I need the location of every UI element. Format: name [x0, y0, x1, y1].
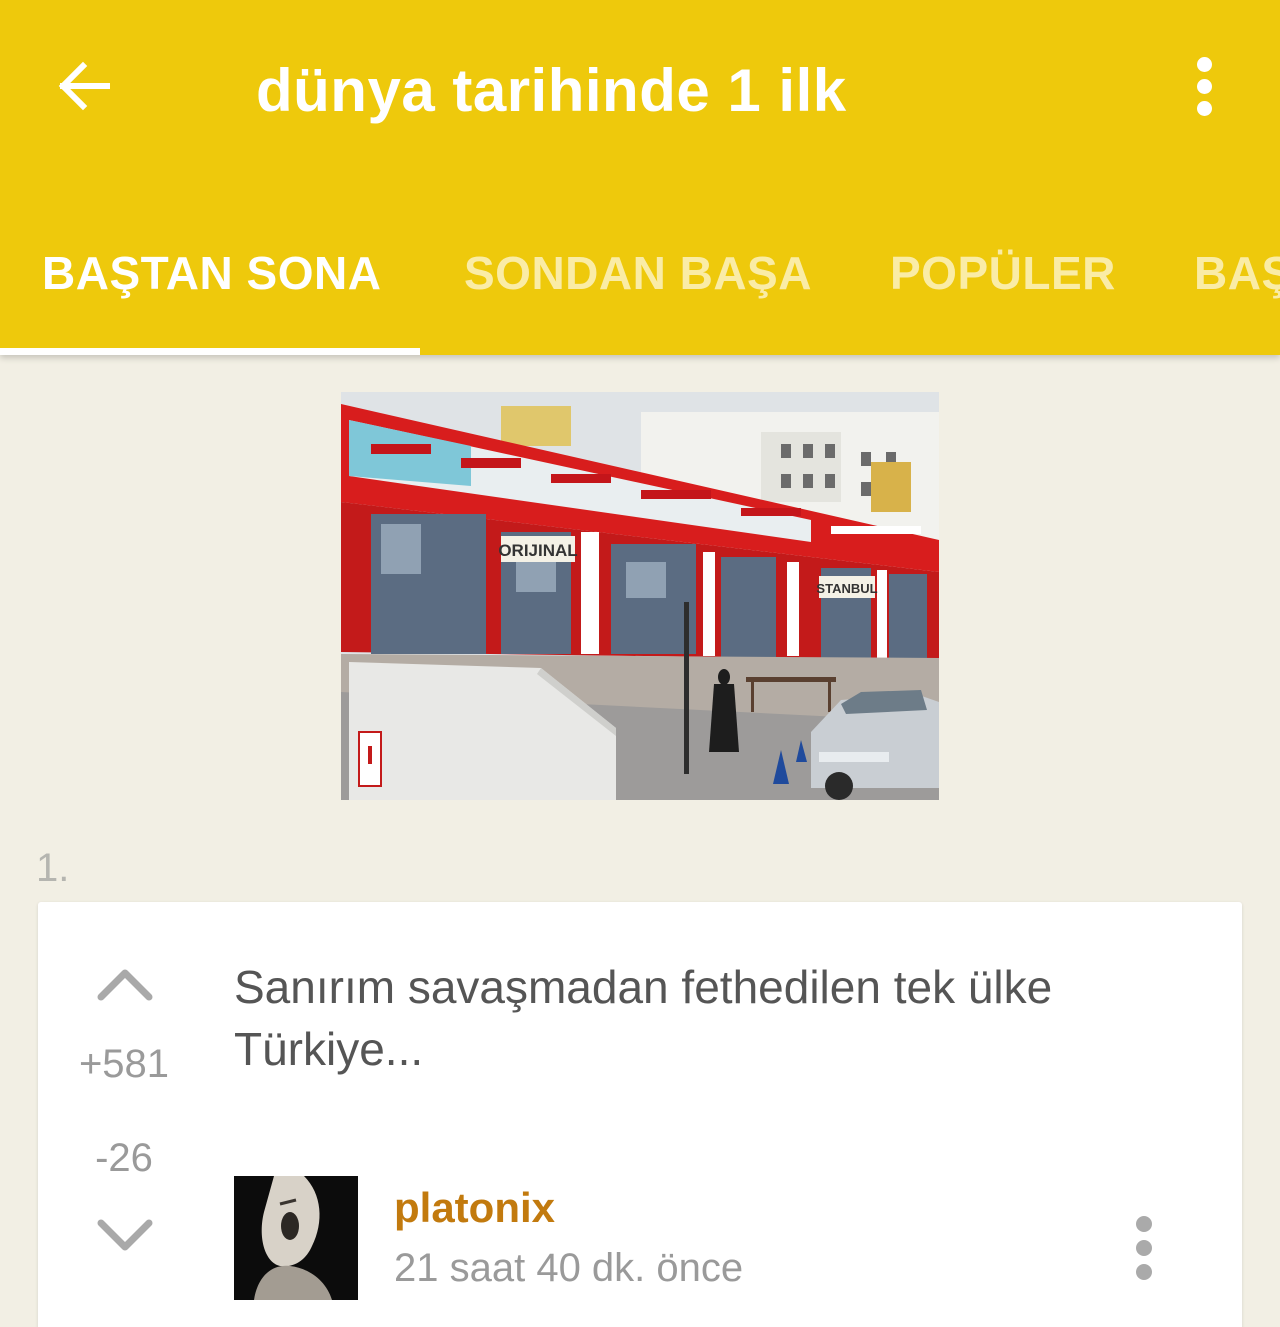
- entry-photo[interactable]: ORIJINAL STANBUL: [341, 392, 939, 800]
- tab-bastan-sona[interactable]: BAŞTAN SONA: [42, 246, 381, 300]
- upvote-button[interactable]: [92, 960, 158, 1010]
- upvote-count: +581: [78, 1042, 170, 1086]
- chevron-up-icon: [97, 969, 153, 1001]
- menu-dot: [1136, 1240, 1152, 1256]
- entry-timestamp: 21 saat 40 dk. önce: [394, 1246, 744, 1290]
- more-vertical-icon: [1136, 1216, 1152, 1232]
- downvote-count: -26: [95, 1136, 153, 1180]
- app-bar: dünya tarihinde 1 ilk BAŞTAN SONA SONDAN…: [0, 0, 1280, 355]
- page-title: dünya tarihinde 1 ilk: [256, 57, 847, 124]
- sort-tabs: BAŞTAN SONA SONDAN BAŞA POPÜLER BAŞ: [0, 230, 1280, 355]
- menu-dot: [1196, 100, 1212, 116]
- storefront-image: ORIJINAL STANBUL: [341, 392, 939, 800]
- downvote-button[interactable]: [92, 1210, 158, 1260]
- tab-sondan-basa[interactable]: SONDAN BAŞA: [464, 246, 812, 300]
- entry-menu-button[interactable]: [1128, 1210, 1160, 1286]
- tab-populer[interactable]: POPÜLER: [890, 246, 1116, 300]
- menu-dot: [1136, 1264, 1152, 1280]
- chevron-down-icon: [97, 1219, 153, 1251]
- sign-text-stanbul: STANBUL: [816, 581, 877, 596]
- more-vertical-icon: [1196, 56, 1212, 72]
- tab-bas[interactable]: BAŞ: [1194, 246, 1280, 300]
- avatar-image: [234, 1176, 358, 1300]
- active-tab-indicator: [0, 348, 420, 355]
- author-name[interactable]: platonix: [394, 1184, 555, 1232]
- menu-dot: [1196, 78, 1212, 94]
- entry-text: Sanırım savaşmadan fethedilen tek ülke T…: [234, 961, 1053, 1075]
- arrow-left-icon: [58, 61, 110, 111]
- sign-text-orijinal: ORIJINAL: [498, 541, 577, 560]
- entry-index: 1.: [36, 846, 70, 890]
- overflow-menu-button[interactable]: [1176, 50, 1232, 122]
- back-button[interactable]: [48, 50, 120, 122]
- avatar[interactable]: [234, 1176, 358, 1300]
- entry-card: +581 -26 Sanırım savaşmadan fethedilen t…: [38, 902, 1242, 1327]
